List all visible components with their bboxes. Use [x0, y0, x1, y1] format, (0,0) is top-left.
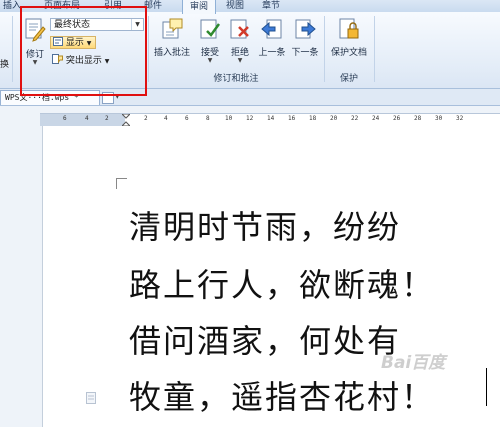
document-page[interactable]: 清明时节雨，纷纷 路上行人，欲断魂！ 借问酒家，何处有 牧童，遥指杏花村！ Ba… — [42, 126, 500, 427]
tab-review[interactable]: 审阅 — [182, 0, 216, 14]
group-separator — [324, 16, 325, 82]
ribbon-review-panel: 换 修订 ▼ 最终状态 ▼ 显示 ▼ 突出显示 ▼ 插入批注 接受 ▼ 拒绝 ▼… — [0, 12, 500, 89]
balloons-icon — [52, 54, 63, 64]
ruler-tick: 10 — [225, 115, 233, 122]
chevron-down-icon: ▼ — [32, 59, 38, 66]
group-label-protect: 保护 — [339, 74, 358, 84]
accept-button[interactable]: 接受 ▼ — [198, 18, 222, 64]
poem-line: 借问酒家，何处有 — [129, 322, 402, 360]
show-markup-icon — [53, 37, 63, 46]
chevron-down-icon: ▼ — [207, 57, 213, 64]
tab-insert[interactable]: 插入 — [0, 0, 24, 12]
chevron-down-icon: ▼ — [86, 40, 92, 47]
protect-document-label: 保护文档 — [330, 48, 367, 58]
poem-line: 清明时节雨，纷纷 — [129, 208, 402, 246]
ruler-tick: 24 — [372, 115, 380, 122]
document-area: 清明时节雨，纷纷 路上行人，欲断魂！ 借问酒家，何处有 牧童，遥指杏花村！ Ba… — [0, 126, 500, 427]
track-changes-button[interactable]: 修订 ▼ — [22, 18, 48, 66]
ruler-tick: 6 — [185, 115, 189, 122]
insert-comment-icon — [162, 18, 183, 39]
tab-references[interactable]: 引用 — [98, 0, 128, 12]
ruler-tick: 4 — [85, 115, 89, 122]
chevron-down-icon: ▼ — [104, 58, 110, 65]
ruler-margin-shade — [40, 114, 125, 126]
ruler-tick: 26 — [393, 115, 401, 122]
ruler-tick: 20 — [330, 115, 338, 122]
show-markup-button[interactable]: 显示 ▼ — [50, 36, 97, 49]
chevron-down-icon: ▼ — [131, 19, 143, 30]
ruler-tick: 6 — [63, 115, 67, 122]
balloons-label: 突出显示 — [65, 56, 102, 66]
tab-chapter[interactable]: 章节 — [256, 0, 286, 12]
text-cursor — [486, 368, 487, 406]
ruler-tick: 22 — [351, 115, 359, 122]
margin-corner-mark — [116, 178, 127, 189]
chevron-down-icon[interactable]: ▼ — [115, 93, 120, 100]
balloons-button[interactable]: 突出显示 ▼ — [52, 54, 109, 68]
accept-icon — [200, 19, 221, 39]
tab-view[interactable]: 视图 — [220, 0, 250, 12]
document-tab-label: WPS文···档.wps * — [5, 93, 79, 102]
previous-change-icon — [261, 19, 282, 39]
previous-change-label: 上一条 — [258, 48, 286, 58]
ribbon-left-partial-label: 换 — [0, 60, 10, 70]
ruler-tick: 16 — [288, 115, 296, 122]
insert-comment-label: 插入批注 — [153, 48, 190, 58]
ruler-tick: 4 — [164, 115, 168, 122]
markup-state-value: 最终状态 — [54, 20, 91, 30]
group-separator — [374, 16, 375, 82]
ruler-tick: 12 — [246, 115, 254, 122]
chevron-down-icon: ▼ — [237, 57, 243, 64]
poem-line: 路上行人，欲断魂！ — [129, 266, 436, 304]
new-tab-icon[interactable] — [102, 92, 114, 104]
group-label-revisions-comments: 修订和批注 — [213, 74, 259, 84]
ruler-tick: 28 — [414, 115, 422, 122]
ruler-tick: 30 — [435, 115, 443, 122]
next-change-icon — [295, 19, 316, 39]
horizontal-ruler[interactable]: 6 4 2 2 4 6 8 10 12 14 16 18 20 22 24 26… — [40, 113, 500, 127]
ruler-tick: 2 — [144, 115, 148, 122]
watermark-logo: Bai百度 — [381, 353, 446, 373]
lock-document-icon — [339, 18, 359, 39]
group-separator — [12, 16, 13, 82]
ruler-tick: 18 — [309, 115, 317, 122]
paragraph-icon — [86, 392, 96, 404]
poem-line: 牧童，遥指杏花村！ — [129, 378, 436, 416]
tab-mailings[interactable]: 邮件 — [138, 0, 168, 12]
previous-change-button[interactable]: 上一条 — [257, 18, 287, 58]
next-change-label: 下一条 — [291, 48, 319, 58]
show-markup-label: 显示 — [65, 38, 84, 48]
reject-icon — [230, 19, 249, 39]
ruler-tick: 14 — [267, 115, 275, 122]
document-tab-bar: WPS文···档.wps * ▼ — [0, 89, 500, 106]
ruler-tick: 2 — [105, 115, 109, 122]
ruler-tick: 8 — [206, 115, 210, 122]
indent-marker-icon[interactable] — [122, 114, 130, 126]
track-changes-icon — [25, 18, 46, 42]
protect-document-button[interactable]: 保护文档 — [328, 18, 370, 58]
ruler-tick: 32 — [456, 115, 464, 122]
markup-state-dropdown[interactable]: 最终状态 ▼ — [50, 18, 144, 31]
group-separator — [148, 16, 149, 82]
reject-button[interactable]: 拒绝 ▼ — [228, 18, 252, 64]
insert-comment-button[interactable]: 插入批注 — [152, 18, 192, 58]
document-tab[interactable]: WPS文···档.wps * — [0, 90, 100, 105]
next-change-button[interactable]: 下一条 — [290, 18, 320, 58]
tab-page-layout[interactable]: 页面布局 — [36, 0, 88, 12]
